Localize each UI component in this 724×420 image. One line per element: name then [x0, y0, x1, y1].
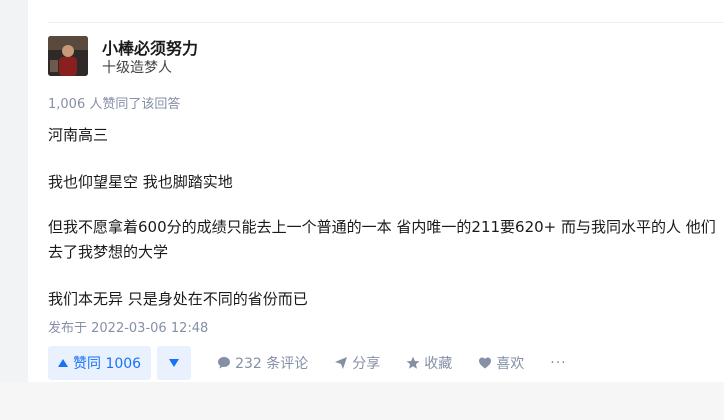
triangle-up-icon [58, 359, 68, 367]
author-name[interactable]: 小棒必须努力 [102, 35, 198, 59]
like-button[interactable]: 喜欢 [478, 353, 524, 373]
more-button[interactable]: ··· [550, 355, 566, 371]
answer-paragraph: 我也仰望星空 我也脚踏实地 [48, 173, 233, 191]
heart-icon [479, 357, 492, 369]
avatar[interactable] [48, 36, 88, 76]
answer-paragraph: 我们本无异 只是身处在不同的省份而已 [48, 290, 308, 308]
vote-down-button[interactable] [157, 346, 192, 380]
author-headline: 十级造梦人 [102, 60, 172, 76]
like-label: 喜欢 [496, 356, 525, 372]
triangle-down-icon [169, 359, 180, 367]
vote-up-button[interactable]: 赞同 1006 [48, 346, 152, 380]
comments-button[interactable]: 232 条评论 [217, 353, 308, 373]
action-bar: 赞同 1006 232 条评论 分享 收藏 喜欢 ··· [48, 346, 567, 380]
answer-paragraph: 但我不愿拿着600分的成绩只能去上一个普通的一本 省内唯一的211要620+ 而… [48, 218, 716, 261]
collect-label: 收藏 [424, 356, 453, 372]
send-icon [335, 357, 348, 369]
comment-icon [218, 357, 231, 369]
vote-up-label: 赞同 1006 [73, 356, 142, 372]
answer-card: 小棒必须努力 十级造梦人 1,006 人赞同了该回答 河南高三 我也仰望星空 我… [0, 0, 724, 382]
share-button[interactable]: 分享 [334, 353, 380, 373]
left-gutter [0, 0, 28, 382]
collect-button[interactable]: 收藏 [406, 353, 452, 373]
share-label: 分享 [352, 356, 381, 372]
vote-summary[interactable]: 1,006 人赞同了该回答 [48, 93, 180, 112]
star-icon [406, 356, 420, 369]
publish-time[interactable]: 发布于 2022-03-06 12:48 [48, 317, 208, 336]
comments-label: 232 条评论 [235, 356, 309, 372]
divider [48, 22, 724, 23]
answer-paragraph: 河南高三 [48, 126, 109, 144]
